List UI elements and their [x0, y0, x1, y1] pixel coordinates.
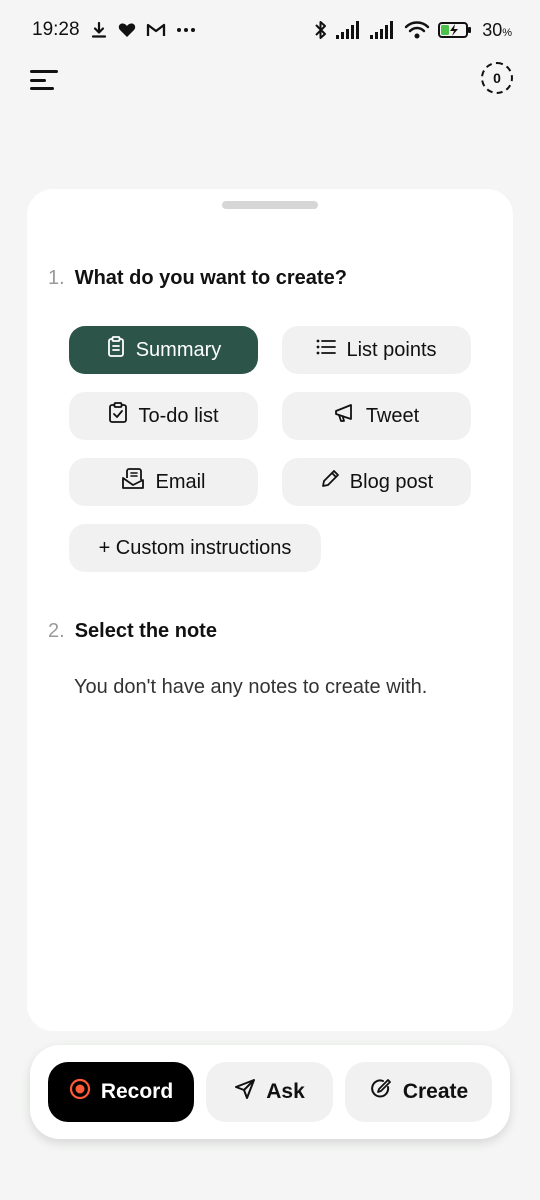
section-number: 2.	[48, 620, 65, 642]
record-label: Record	[100, 1080, 174, 1103]
send-icon	[234, 1078, 256, 1106]
checklist-icon	[108, 402, 128, 430]
option-tweet[interactable]: Tweet	[282, 392, 471, 440]
option-summary[interactable]: Summary	[69, 326, 258, 374]
status-time: 19:28	[32, 19, 80, 40]
status-bar-right: 30%	[314, 20, 512, 41]
section-number: 1.	[48, 267, 65, 289]
bluetooth-icon	[314, 20, 328, 40]
app-bar: 0	[0, 58, 540, 102]
create-label: Create	[402, 1080, 469, 1103]
status-bar-left: 19:28	[32, 19, 196, 41]
option-email[interactable]: Email	[69, 458, 258, 506]
record-icon	[69, 1078, 91, 1106]
download-icon	[90, 21, 108, 39]
drag-handle[interactable]	[222, 201, 318, 209]
battery-charging-icon	[438, 21, 472, 39]
option-custom-instructions[interactable]: + Custom instructions	[69, 524, 321, 572]
clipboard-icon	[106, 336, 126, 364]
option-blog-post[interactable]: Blog post	[282, 458, 471, 506]
option-label: List points	[346, 338, 437, 361]
more-dots-icon	[176, 27, 196, 33]
option-todo-list[interactable]: To-do list	[69, 392, 258, 440]
create-button[interactable]: Create	[345, 1062, 492, 1122]
megaphone-icon	[334, 403, 356, 429]
ask-button[interactable]: Ask	[206, 1062, 333, 1122]
signal-icon	[336, 21, 362, 39]
option-label: Blog post	[349, 470, 434, 493]
section-title: What do you want to create?	[74, 267, 347, 289]
option-label: Tweet	[365, 404, 420, 427]
mail-icon	[121, 468, 145, 496]
notes-counter-value: 0	[493, 70, 501, 86]
ask-label: Ask	[266, 1080, 305, 1103]
section-select-note: 2. Select the note	[48, 620, 217, 643]
signal-icon	[370, 21, 396, 39]
create-sheet: 1. What do you want to create? Summary L…	[27, 189, 513, 1031]
option-label: To-do list	[138, 404, 219, 427]
wifi-icon	[404, 20, 430, 40]
pencil-icon	[320, 469, 340, 495]
section-title: Select the note	[74, 620, 217, 642]
heart-icon	[118, 22, 136, 38]
notes-counter-badge[interactable]: 0	[481, 62, 513, 94]
option-label: Summary	[135, 338, 222, 361]
record-button[interactable]: Record	[48, 1062, 194, 1122]
list-icon	[316, 338, 337, 362]
gmail-icon	[146, 22, 166, 38]
option-label: Email	[155, 470, 206, 493]
empty-notes-message: You don't have any notes to create with.	[74, 676, 428, 698]
status-bar: 19:28 30%	[0, 0, 540, 60]
create-icon	[369, 1077, 393, 1107]
option-label: + Custom instructions	[98, 536, 292, 559]
section-what-to-create: 1. What do you want to create?	[48, 267, 347, 290]
menu-icon[interactable]	[30, 70, 60, 90]
bottom-action-bar: Record Ask Create	[30, 1045, 510, 1139]
option-list-points[interactable]: List points	[282, 326, 471, 374]
battery-percent: 30%	[482, 19, 512, 40]
